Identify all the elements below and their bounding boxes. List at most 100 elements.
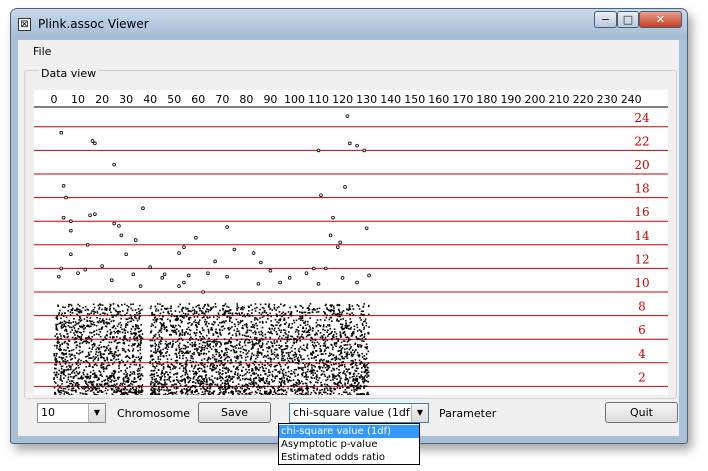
- minimize-button[interactable]: −: [594, 11, 617, 28]
- data-point: [332, 379, 334, 381]
- data-point: [60, 335, 62, 337]
- data-point: [164, 384, 166, 387]
- data-point: [299, 340, 301, 342]
- data-point: [282, 334, 285, 337]
- data-point: [165, 371, 167, 373]
- data-point: [349, 338, 352, 341]
- data-point: [72, 387, 75, 389]
- data-point: [191, 355, 194, 358]
- data-point: [60, 325, 62, 328]
- data-point: [318, 324, 320, 326]
- data-point: [79, 342, 81, 345]
- data-point: [201, 391, 204, 393]
- data-point: [139, 391, 141, 394]
- data-point: [320, 381, 322, 384]
- data-point: [122, 360, 124, 363]
- data-point: [288, 338, 290, 341]
- close-button[interactable]: ✕: [639, 11, 682, 28]
- menu-file[interactable]: File: [33, 45, 51, 58]
- data-point: [197, 377, 199, 379]
- data-point: [71, 363, 74, 366]
- data-point: [353, 328, 356, 331]
- data-point: [98, 320, 101, 322]
- data-point: [116, 345, 118, 348]
- data-point: [215, 338, 218, 341]
- dense-points-group: [53, 303, 370, 411]
- data-point: [97, 385, 99, 388]
- data-point: [188, 322, 191, 324]
- data-point: [71, 389, 73, 392]
- data-point: [61, 383, 63, 385]
- data-point: [284, 383, 286, 385]
- data-point: [365, 357, 368, 360]
- data-point: [90, 350, 92, 353]
- data-point: [193, 343, 196, 345]
- data-point: [123, 328, 126, 330]
- data-point: [237, 321, 239, 323]
- data-point: [111, 336, 114, 338]
- data-point: [90, 340, 93, 342]
- data-point: [241, 387, 243, 390]
- maximize-button[interactable]: □: [617, 11, 639, 28]
- data-point: [316, 389, 318, 391]
- data-point: [192, 370, 194, 373]
- data-point: [262, 356, 265, 358]
- data-point: [59, 333, 61, 335]
- data-point: [208, 322, 210, 325]
- data-point: [236, 377, 239, 380]
- data-point: [177, 344, 180, 347]
- data-point: [93, 324, 96, 326]
- data-point: [151, 311, 153, 314]
- data-point: [251, 372, 254, 375]
- data-point: [53, 344, 56, 347]
- data-point: [95, 348, 97, 351]
- data-point: [55, 382, 57, 384]
- data-point: [283, 355, 286, 357]
- data-point: [92, 309, 95, 311]
- data-point: [288, 331, 290, 333]
- data-point: [209, 306, 212, 309]
- data-point: [216, 364, 218, 367]
- data-point: [119, 321, 122, 324]
- data-point: [105, 318, 108, 320]
- data-point: [112, 394, 114, 396]
- data-point: [254, 307, 256, 310]
- data-point: [118, 361, 121, 363]
- data-point: [140, 385, 142, 388]
- title-bar[interactable]: ⊠ Plink.assoc Viewer − □ ✕: [11, 9, 687, 39]
- data-point: [232, 381, 234, 383]
- data-point: [255, 372, 258, 375]
- data-point: [63, 393, 65, 395]
- data-point: [314, 333, 316, 336]
- data-point: [115, 379, 117, 382]
- data-point: [56, 333, 58, 335]
- data-point: [179, 333, 182, 336]
- data-point: [155, 371, 158, 374]
- data-point: [168, 334, 171, 336]
- data-point: [83, 318, 86, 320]
- data-point: [105, 309, 108, 311]
- data-point: [162, 348, 164, 351]
- data-point: [253, 379, 255, 382]
- data-point: [111, 355, 114, 357]
- data-point: [299, 315, 301, 318]
- data-point: [204, 388, 206, 391]
- data-point: [59, 394, 61, 396]
- data-point: [361, 352, 363, 355]
- data-point: [293, 321, 296, 324]
- data-point: [259, 333, 261, 336]
- data-point: [273, 329, 275, 332]
- data-point: [333, 328, 336, 330]
- data-point: [139, 349, 142, 351]
- data-point: [255, 322, 257, 325]
- data-point: [287, 375, 289, 378]
- data-point: [343, 351, 346, 353]
- data-point: [346, 357, 349, 359]
- data-point: [244, 315, 247, 318]
- data-point: [237, 306, 240, 309]
- data-point: [350, 363, 353, 366]
- data-point: [125, 318, 128, 320]
- data-point: [187, 389, 190, 392]
- data-point: [276, 364, 278, 366]
- data-point: [307, 312, 309, 314]
